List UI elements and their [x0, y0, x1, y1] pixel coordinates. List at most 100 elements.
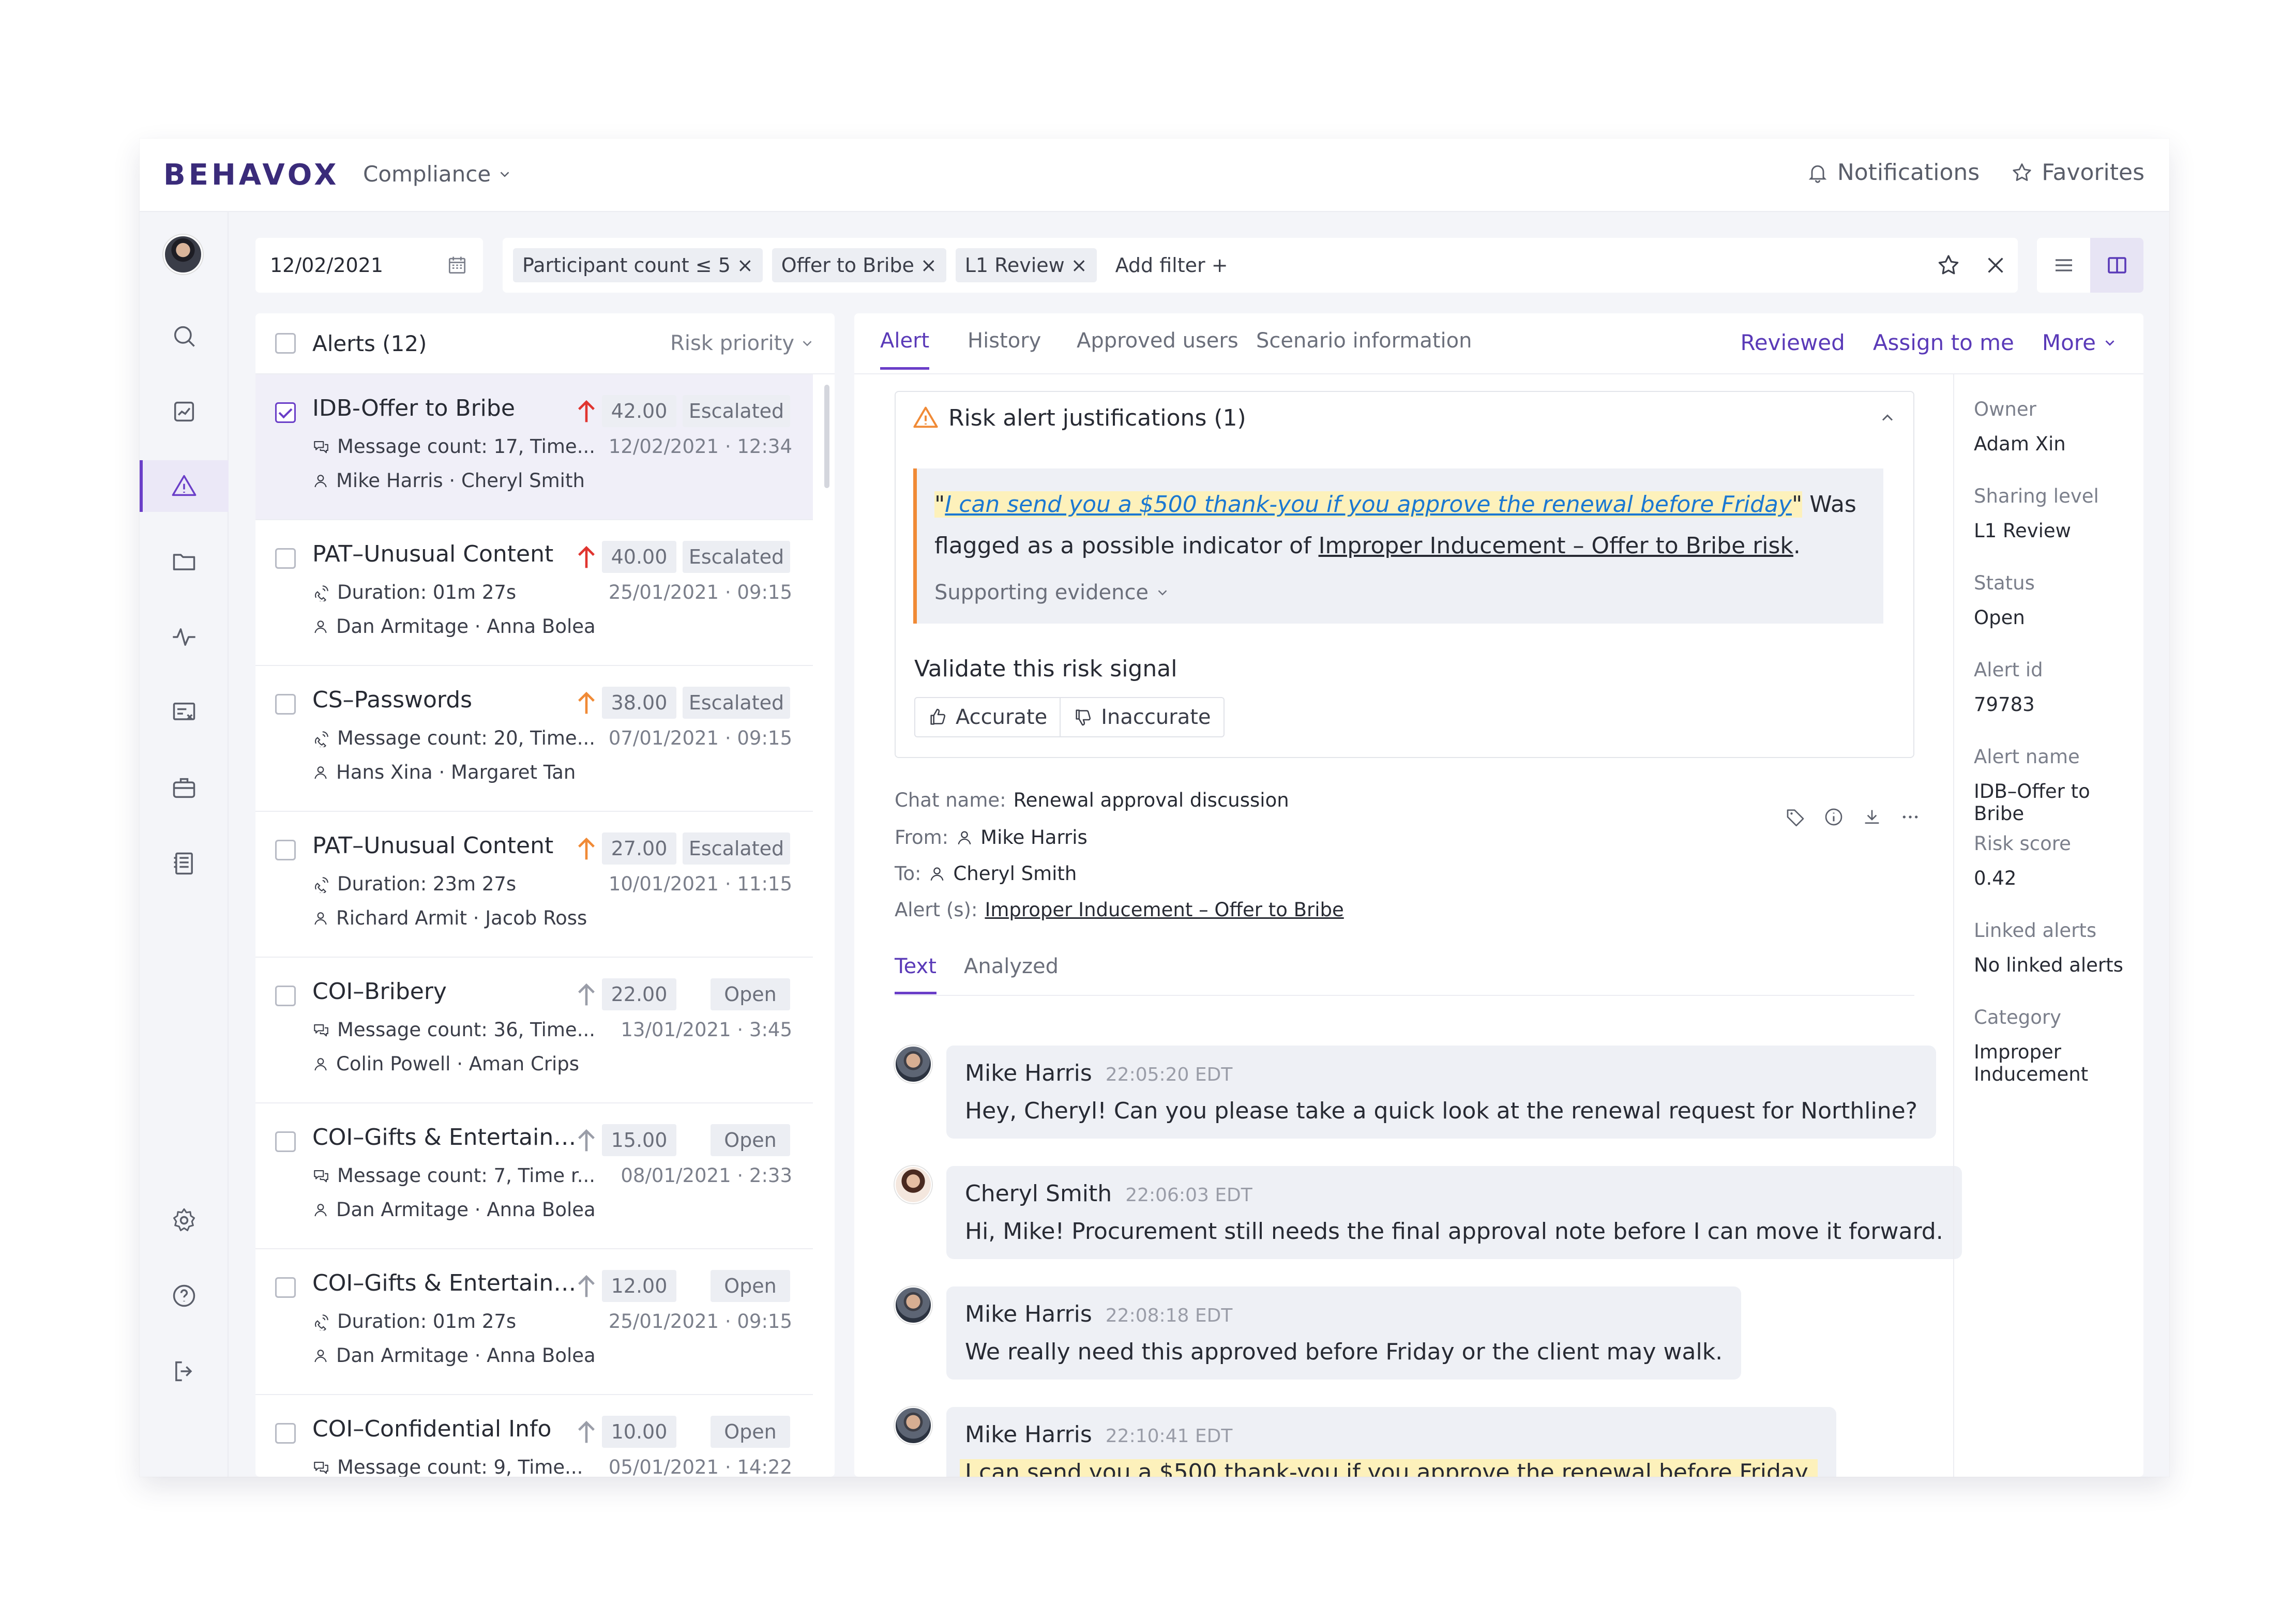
activity-icon[interactable]	[140, 611, 229, 663]
dashboard-icon[interactable]	[140, 386, 229, 437]
tab-history[interactable]: History	[968, 329, 1041, 353]
filter-chip-offer-to-bribe[interactable]: Offer to Bribe ×	[772, 248, 946, 282]
message-bubble[interactable]: Mike Harris 22:10:41 EDT I can send you a …	[946, 1407, 1836, 1477]
select-all-checkbox[interactable]	[275, 333, 296, 354]
status-badge: Escalated	[683, 541, 790, 573]
notifications-button[interactable]: Notifications	[1806, 159, 1980, 186]
chat-icon	[312, 1459, 330, 1476]
chat-name-row: Chat name: Renewal approval discussion	[895, 789, 1289, 811]
property-item: Owner Adam Xin	[1974, 398, 2066, 455]
warning-icon	[912, 404, 939, 431]
user-avatar[interactable]	[163, 235, 203, 274]
chevron-down-icon	[799, 336, 815, 351]
list-scrollbar[interactable]	[824, 385, 829, 488]
message-bubble[interactable]: Mike Harris 22:05:20 EDT Hey, Cheryl! Can …	[946, 1046, 1937, 1139]
alert-info-line: Duration: 23m 27s	[312, 873, 516, 895]
cases-icon[interactable]	[140, 687, 229, 738]
tab-scenario-information[interactable]: Scenario information	[1256, 329, 1472, 353]
star-icon[interactable]	[1936, 253, 1961, 278]
user-icon	[312, 1202, 329, 1218]
alert-list-item[interactable]: CS–Passwords 38.00 Escalated Message count:…	[255, 666, 813, 812]
filter-chip-participant-count[interactable]: Participant count ≤ 5 ×	[513, 248, 763, 282]
tab-approved-users[interactable]: Approved users	[1077, 329, 1238, 353]
reports-icon[interactable]	[140, 838, 229, 889]
inaccurate-button[interactable]: Inaccurate	[1060, 698, 1223, 736]
risk-link[interactable]: Improper Inducement – Offer to Bribe ris…	[1319, 533, 1793, 559]
alert-info-line: Message count: 17, Time...	[312, 435, 595, 458]
alert-checkbox[interactable]	[275, 694, 296, 715]
briefcase-icon[interactable]	[140, 762, 229, 814]
tab-text[interactable]: Text	[895, 955, 936, 994]
quote-link[interactable]: I can send you a $500 thank-you if you a…	[945, 491, 1792, 518]
tag-icon[interactable]	[1785, 807, 1806, 827]
more-options-icon[interactable]	[1900, 807, 1921, 827]
evidence-block: "I can send you a $500 thank-you if you …	[913, 468, 1883, 624]
tab-alert[interactable]: Alert	[880, 329, 930, 370]
sort-dropdown[interactable]: Risk priority	[670, 331, 815, 355]
alerts-link[interactable]: Improper Inducement – Offer to Bribe	[985, 899, 1343, 921]
participants-text: Mike Harris · Cheryl Smith	[336, 470, 585, 492]
list-view-icon[interactable]	[2037, 238, 2090, 293]
assign-to-me-button[interactable]: Assign to me	[1873, 330, 2014, 355]
search-icon[interactable]	[140, 310, 229, 362]
supporting-evidence-toggle[interactable]: Supporting evidence	[934, 572, 1866, 613]
alert-checkbox[interactable]	[275, 548, 296, 569]
alert-list-item[interactable]: COI–Confidential Info 10.00 Open Message co…	[255, 1395, 813, 1477]
module-selector[interactable]: Compliance	[363, 161, 512, 187]
phone-icon	[312, 1313, 330, 1330]
download-icon[interactable]	[1862, 807, 1882, 827]
date-value: 12/02/2021	[270, 254, 384, 277]
alert-checkbox[interactable]	[275, 1131, 296, 1152]
accurate-button[interactable]: Accurate	[915, 698, 1060, 736]
arrow-up-icon	[575, 1419, 598, 1445]
alert-list-item[interactable]: IDB-Offer to Bribe 42.00 Escalated Message …	[255, 374, 813, 520]
alert-checkbox[interactable]	[275, 986, 296, 1006]
filter-chip-l1-review[interactable]: L1 Review ×	[955, 248, 1097, 282]
justification-header[interactable]: Risk alert justifications (1)	[896, 392, 1913, 444]
more-button[interactable]: More	[2042, 330, 2118, 355]
from-label: From:	[895, 826, 949, 849]
chevron-up-icon[interactable]	[1878, 408, 1897, 427]
notifications-label: Notifications	[1837, 159, 1980, 186]
message-bubble[interactable]: Cheryl Smith 22:06:03 EDT Hi, Mike! Procur…	[946, 1166, 1962, 1259]
alert-list-item[interactable]: PAT–Unusual Content 27.00 Escalated Duratio…	[255, 812, 813, 958]
alert-info-text: Duration: 01m 27s	[337, 581, 517, 603]
alert-checkbox[interactable]	[275, 402, 296, 423]
close-icon[interactable]	[1984, 253, 2007, 277]
add-filter-button[interactable]: Add filter +	[1115, 254, 1228, 277]
message-text: I can send you a $500 thank-you if you a…	[960, 1459, 1818, 1477]
favorites-button[interactable]: Favorites	[2011, 159, 2144, 186]
info-icon[interactable]	[1823, 807, 1844, 827]
alert-list-item[interactable]: COI–Gifts & Entertainm... 15.00 Open Messag…	[255, 1103, 813, 1249]
view-toggle	[2037, 238, 2143, 293]
arrow-up-icon	[575, 398, 598, 424]
flagged-quote[interactable]: "I can send you a $500 thank-you if you …	[934, 491, 1803, 518]
alert-checkbox[interactable]	[275, 1277, 296, 1298]
alert-list-item[interactable]: PAT–Unusual Content 40.00 Escalated Duratio…	[255, 520, 813, 666]
from-value[interactable]: Mike Harris	[980, 826, 1087, 849]
alert-checkbox[interactable]	[275, 1423, 296, 1444]
split-view-icon[interactable]	[2090, 238, 2143, 293]
logout-icon[interactable]	[140, 1345, 229, 1397]
alert-checkbox[interactable]	[275, 840, 296, 860]
participants-text: Colin Powell · Aman Crips	[336, 1053, 580, 1075]
to-value[interactable]: Cheryl Smith	[953, 862, 1077, 885]
close-icon[interactable]: ×	[737, 254, 753, 277]
close-icon[interactable]: ×	[920, 254, 937, 277]
status-badge: Open	[711, 1416, 790, 1448]
alert-list-item[interactable]: COI–Bribery 22.00 Open Message count: 36, T…	[255, 958, 813, 1103]
close-icon[interactable]: ×	[1071, 254, 1087, 277]
folder-icon[interactable]	[140, 536, 229, 587]
date-picker[interactable]: 12/02/2021	[255, 238, 483, 293]
property-label: Category	[1974, 1006, 2062, 1028]
sort-label: Risk priority	[670, 331, 794, 355]
alerts-icon[interactable]	[140, 460, 229, 512]
settings-icon[interactable]	[140, 1194, 229, 1246]
property-label: Alert id	[1974, 659, 2043, 681]
tab-analyzed[interactable]: Analyzed	[964, 955, 1059, 978]
help-icon[interactable]	[140, 1270, 229, 1322]
alert-list-item[interactable]: COI–Gifts & Entertainm... 12.00 Open Durati…	[255, 1249, 813, 1395]
alerts-list-panel: Alerts (12) Risk priority IDB-Offer to B…	[255, 313, 835, 1477]
reviewed-button[interactable]: Reviewed	[1740, 330, 1845, 355]
message-bubble[interactable]: Mike Harris 22:08:18 EDT We really need th…	[946, 1286, 1742, 1380]
